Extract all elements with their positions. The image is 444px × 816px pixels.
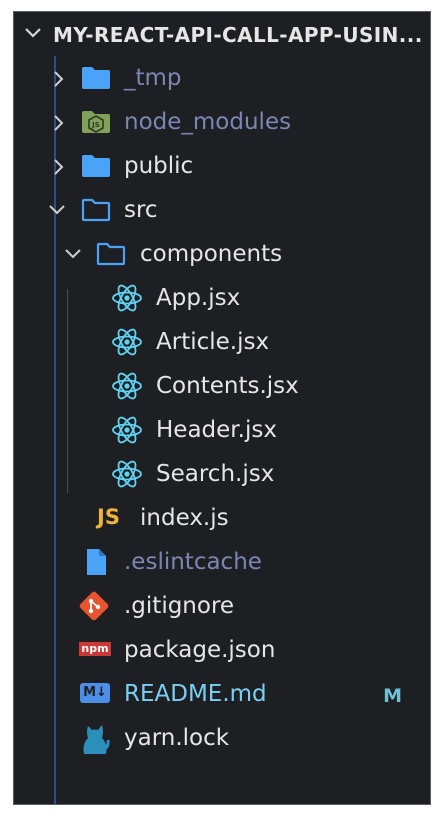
tree-item-label: Contents.jsx — [156, 373, 299, 399]
npm-icon: npm — [79, 642, 111, 656]
tree-item-components[interactable]: components — [14, 232, 430, 276]
folder-open-icon — [96, 242, 126, 266]
chevron-right-icon — [54, 115, 64, 131]
tree-item-package-json[interactable]: npm package.json — [14, 628, 430, 672]
tree-item-label: README.md — [124, 681, 267, 707]
react-icon — [112, 460, 142, 488]
chevron-right-icon — [54, 159, 64, 175]
chevron-down-icon — [49, 205, 65, 215]
project-header[interactable]: MY-REACT-API-CALL-APP-USIN... — [14, 12, 430, 56]
tree-item-label: package.json — [124, 637, 276, 663]
tree-item-header-jsx[interactable]: Header.jsx — [14, 408, 430, 452]
react-icon — [112, 328, 142, 356]
svg-text:JS: JS — [91, 121, 100, 129]
tree-item-tmp[interactable]: _tmp — [14, 56, 430, 100]
tree-item-label: Header.jsx — [156, 417, 277, 443]
node-folder-icon: JS — [82, 111, 110, 133]
tree-item-label: yarn.lock — [124, 725, 230, 751]
tree-item-label: .gitignore — [124, 593, 235, 619]
tree-item-app-jsx[interactable]: App.jsx — [14, 276, 430, 320]
tree-item-label: public — [124, 153, 194, 179]
tree-item-index-js[interactable]: JS index.js — [14, 496, 430, 540]
chevron-right-icon — [54, 71, 64, 87]
react-icon — [112, 372, 142, 400]
tree-item-readme[interactable]: M↓ README.md M — [14, 672, 430, 716]
chevron-down-icon — [65, 249, 81, 259]
tree-item-label: index.js — [140, 505, 229, 531]
yarn-cat-icon — [83, 725, 110, 754]
tree-item-label: Article.jsx — [156, 329, 270, 355]
tree-item-public[interactable]: public — [14, 144, 430, 188]
tree-item-article-jsx[interactable]: Article.jsx — [14, 320, 430, 364]
markdown-icon: M↓ — [80, 683, 110, 703]
tree-item-label: _tmp — [124, 65, 182, 91]
javascript-icon: JS — [97, 505, 120, 529]
git-modified-badge: M — [383, 685, 402, 707]
tree-item-label: App.jsx — [156, 285, 241, 311]
tree-item-label: src — [124, 197, 158, 223]
file-icon — [87, 549, 106, 575]
tree-item-label: node_modules — [124, 109, 292, 135]
folder-icon — [82, 67, 110, 89]
tree-item-eslintcache[interactable]: .eslintcache — [14, 540, 430, 584]
chevron-down-icon — [25, 28, 41, 38]
folder-icon — [82, 155, 110, 177]
project-title: MY-REACT-API-CALL-APP-USIN... — [53, 23, 423, 47]
tree-item-search-jsx[interactable]: Search.jsx — [14, 452, 430, 496]
git-icon — [79, 591, 109, 621]
tree-item-label: Search.jsx — [156, 461, 275, 487]
tree-item-src[interactable]: src — [14, 188, 430, 232]
tree-item-label: components — [140, 241, 283, 267]
react-icon — [112, 284, 142, 312]
tree-item-yarn-lock[interactable]: yarn.lock — [14, 716, 430, 760]
folder-open-icon — [81, 198, 111, 222]
tree-item-label: .eslintcache — [124, 549, 262, 575]
tree-item-node-modules[interactable]: JS node_modules — [14, 100, 430, 144]
tree-item-contents-jsx[interactable]: Contents.jsx — [14, 364, 430, 408]
explorer-panel: MY-REACT-API-CALL-APP-USIN... _tmp JS no… — [13, 11, 431, 805]
tree-item-gitignore[interactable]: .gitignore — [14, 584, 430, 628]
react-icon — [112, 416, 142, 444]
